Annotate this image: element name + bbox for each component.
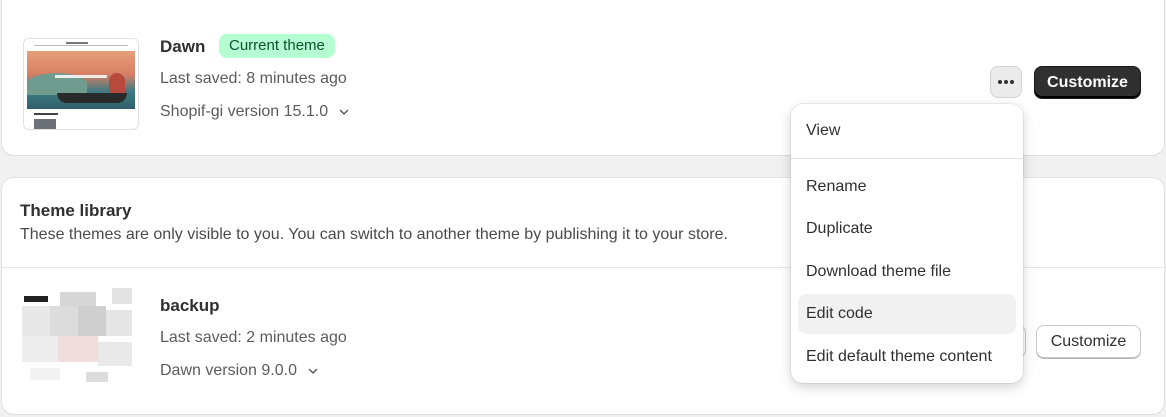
dawn-theme-thumbnail (23, 38, 139, 130)
chevron-down-icon (339, 109, 349, 115)
backup-theme-version-selector[interactable]: Dawn version 9.0.0 (160, 362, 319, 380)
menu-item-view[interactable]: View (798, 111, 1016, 151)
current-theme-version-selector[interactable]: Shopif-gi version 15.1.0 (160, 103, 350, 121)
current-theme-last-saved: Last saved: 8 minutes ago (160, 70, 347, 87)
more-horizontal-icon (998, 80, 1014, 84)
menu-divider (791, 158, 1023, 159)
menu-item-rename[interactable]: Rename (798, 167, 1016, 207)
theme-library-title: Theme library (20, 201, 132, 220)
customize-backup-theme-button[interactable]: Customize (1036, 325, 1141, 358)
theme-actions-button[interactable] (990, 66, 1022, 98)
chevron-down-icon (308, 368, 318, 374)
backup-theme-name: backup (160, 296, 220, 315)
theme-actions-menu: View Rename Duplicate Download theme fil… (791, 104, 1023, 383)
backup-theme-last-saved: Last saved: 2 minutes ago (160, 329, 347, 346)
menu-item-duplicate[interactable]: Duplicate (798, 209, 1016, 249)
menu-item-download-theme-file[interactable]: Download theme file (798, 252, 1016, 292)
theme-library-subtitle: These themes are only visible to you. Yo… (20, 226, 728, 243)
current-theme-badge: Current theme (219, 34, 335, 58)
menu-item-edit-default-theme-content[interactable]: Edit default theme content (798, 337, 1016, 377)
backup-theme-version: Dawn version 9.0.0 (160, 362, 297, 379)
menu-item-edit-code[interactable]: Edit code (798, 294, 1016, 334)
current-theme-name: Dawn (160, 37, 206, 56)
customize-current-theme-button[interactable]: Customize (1034, 66, 1141, 99)
backup-theme-thumbnail (20, 286, 138, 386)
current-theme-version: Shopif-gi version 15.1.0 (160, 103, 329, 120)
